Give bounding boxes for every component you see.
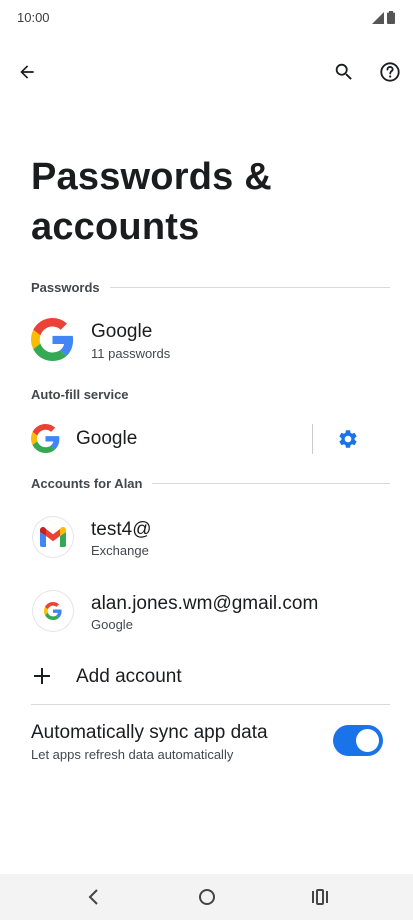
back-button[interactable]	[9, 54, 45, 90]
section-title: Auto-fill service	[31, 386, 129, 402]
battery-icon	[387, 11, 395, 24]
nav-back-icon	[88, 889, 98, 905]
help-icon	[380, 62, 400, 82]
section-header-autofill: Auto-fill service	[31, 384, 390, 404]
google-g-icon	[31, 424, 60, 453]
nav-recents-button[interactable]	[305, 882, 335, 912]
add-account-button[interactable]: Add account	[0, 654, 413, 698]
nav-recents-icon	[312, 889, 328, 905]
section-title: Accounts for Alan	[31, 475, 143, 491]
google-g-icon	[31, 318, 74, 361]
google-g-icon	[44, 602, 62, 620]
status-bar: 10:00	[0, 0, 413, 36]
account-subtitle: Google	[91, 617, 133, 632]
page-title: Passwords & accounts	[31, 156, 272, 248]
sync-subtitle: Let apps refresh data automatically	[31, 747, 234, 762]
section-divider	[152, 482, 390, 484]
item-title: Google	[91, 321, 153, 342]
account-avatar	[33, 517, 73, 557]
toggle-knob	[356, 729, 379, 752]
auto-sync-toggle[interactable]	[333, 725, 383, 756]
section-divider	[109, 286, 390, 288]
account-avatar	[33, 591, 73, 631]
account-title: test4@	[91, 519, 152, 540]
sync-title: Automatically sync app data	[31, 722, 268, 743]
item-subtitle: 11 passwords	[91, 346, 171, 361]
nav-home-icon	[199, 889, 215, 905]
section-title: Passwords	[31, 279, 100, 295]
status-icons	[372, 11, 395, 24]
account-title: alan.jones.wm@gmail.com	[91, 593, 319, 614]
passwords-google-item[interactable]: Google 11 passwords	[0, 308, 413, 372]
help-button[interactable]	[372, 54, 408, 90]
divider	[31, 704, 390, 705]
account-item[interactable]: test4@ Exchange	[0, 506, 413, 570]
gmail-icon	[40, 527, 66, 547]
section-header-accounts: Accounts for Alan	[31, 473, 390, 493]
status-time: 10:00	[17, 10, 50, 25]
autofill-settings-button[interactable]	[330, 421, 366, 457]
gear-icon	[339, 430, 357, 448]
arrow-back-icon	[20, 65, 34, 79]
account-item[interactable]: alan.jones.wm@gmail.com Google	[0, 580, 413, 644]
top-app-bar	[0, 52, 413, 92]
item-title: Google	[76, 428, 138, 449]
search-button[interactable]	[326, 54, 362, 90]
system-navigation-bar	[0, 874, 413, 920]
signal-icon	[372, 12, 384, 24]
vertical-divider	[312, 424, 313, 454]
account-subtitle: Exchange	[91, 543, 149, 558]
add-account-label: Add account	[76, 666, 182, 687]
plus-icon	[34, 668, 50, 684]
search-icon	[335, 63, 352, 80]
nav-back-button[interactable]	[78, 882, 108, 912]
section-header-passwords: Passwords	[31, 277, 390, 297]
nav-home-button[interactable]	[192, 882, 222, 912]
